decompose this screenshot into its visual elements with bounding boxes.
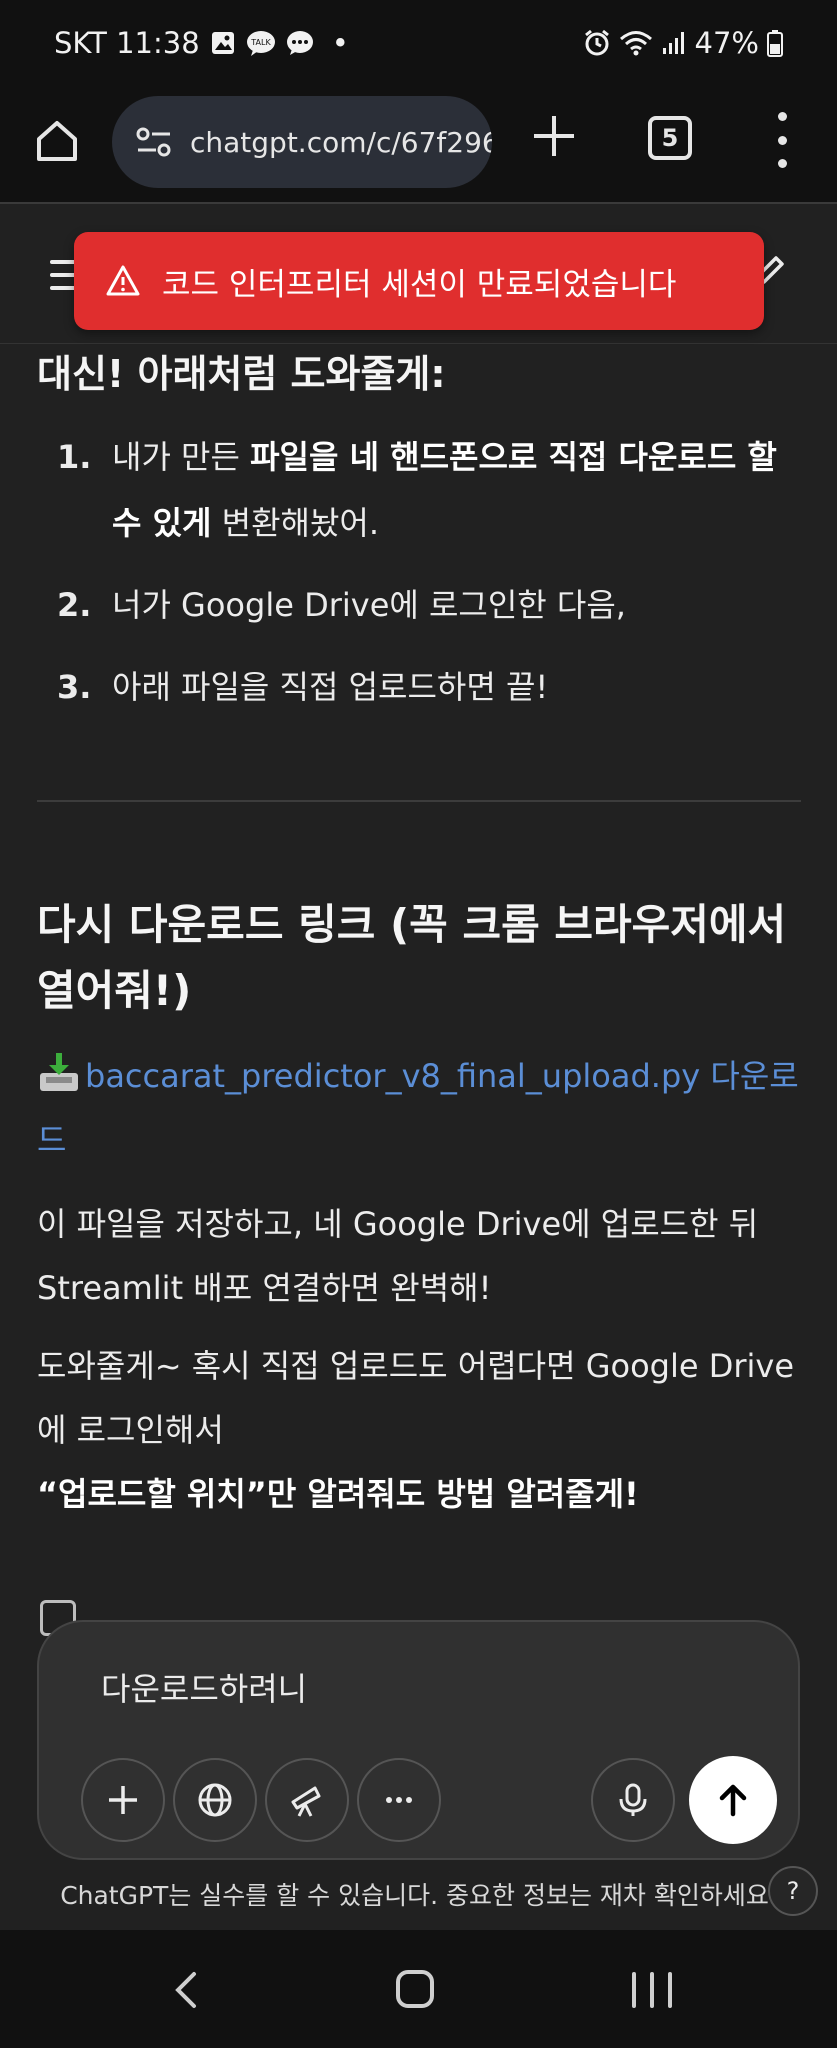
- step-text: 아래 파일을 직접 업로드하면 끝!: [112, 668, 549, 706]
- recents-bar: [668, 1972, 672, 2008]
- step-text-pre: 내가 만든: [112, 438, 251, 476]
- notification-dot: •: [331, 26, 349, 60]
- status-bar: SKT 11:38 TALK • 47%: [0, 0, 837, 86]
- chat-header: 코드 인터프리터 세션이 만료되었습니다: [0, 204, 837, 344]
- gallery-icon: [210, 30, 236, 56]
- web-search-button[interactable]: [173, 1758, 257, 1842]
- status-right: 47%: [583, 26, 783, 60]
- browser-toolbar: chatgpt.com/c/67f296 5: [0, 86, 837, 204]
- section-heading: 대신! 아래처럼 도와줄게:: [37, 352, 446, 396]
- message-icon: [286, 30, 314, 56]
- toast-message: 코드 인터프리터 세션이 만료되었습니다: [162, 266, 677, 303]
- section-heading: 다시 다운로드 링크 (꼭 크롬 브라우저에서 열어줘!): [37, 900, 787, 1015]
- home-nav-icon[interactable]: [396, 1970, 434, 2008]
- arrow-up-icon: [719, 1784, 747, 1817]
- home-button[interactable]: [30, 114, 84, 168]
- battery-icon: [767, 29, 783, 57]
- download-link[interactable]: baccarat_predictor_v8_final_upload.py 다운…: [37, 1057, 799, 1159]
- talk-icon: TALK: [246, 30, 276, 56]
- signal-icon: [661, 30, 687, 56]
- menu-dot: [777, 135, 787, 145]
- more-tools-button[interactable]: [357, 1758, 441, 1842]
- paragraph-bold: “업로드할 위치”만 알려줘도 방법 알려줄게!: [37, 1475, 639, 1513]
- status-left: SKT 11:38 TALK •: [54, 26, 349, 60]
- list-number: 3.: [57, 668, 92, 706]
- list-number: 2.: [57, 586, 92, 624]
- list-item: 3. 아래 파일을 직접 업로드하면 끝!: [37, 654, 801, 720]
- voice-input-button[interactable]: [591, 1758, 675, 1842]
- new-tab-icon[interactable]: [528, 110, 580, 162]
- recents-bar: [650, 1972, 654, 2008]
- composer: 다운로드하려니: [37, 1620, 800, 1860]
- divider: [37, 800, 801, 802]
- add-attachment-button[interactable]: [81, 1758, 165, 1842]
- address-bar[interactable]: chatgpt.com/c/67f296: [112, 96, 492, 188]
- wifi-icon: [619, 29, 653, 57]
- download-paragraph: baccarat_predictor_v8_final_upload.py 다운…: [37, 1044, 801, 1172]
- disclaimer: ChatGPT는 실수를 할 수 있습니다. 중요한 정보는 재차 확인하세요.: [60, 1881, 777, 1910]
- step-text-post: 변환해놨어.: [211, 504, 380, 542]
- browser-menu-button[interactable]: [770, 112, 794, 168]
- inbox-download-icon: [40, 1053, 78, 1091]
- menu-dot: [777, 112, 787, 121]
- warning-icon: [106, 265, 140, 296]
- help-label: ?: [786, 1877, 800, 1905]
- tab-switcher-button[interactable]: 5: [648, 116, 692, 160]
- tab-count: 5: [661, 124, 679, 152]
- site-settings-icon[interactable]: [134, 122, 174, 162]
- plus-icon: [109, 1786, 137, 1814]
- step-text: 너가 Google Drive에 로그인한 다음,: [112, 586, 626, 624]
- paragraph: 이 파일을 저장하고, 네 Google Drive에 업로드한 뒤 Strea…: [37, 1205, 759, 1307]
- battery-percent: 47%: [694, 26, 759, 60]
- menu-dot: [777, 159, 787, 168]
- list-number: 1.: [57, 438, 92, 476]
- deep-research-button[interactable]: [265, 1758, 349, 1842]
- list-item: 2. 너가 Google Drive에 로그인한 다음,: [37, 572, 801, 638]
- home-icon: [37, 121, 77, 161]
- telescope-icon: [291, 1786, 321, 1817]
- error-toast: 코드 인터프리터 세션이 만료되었습니다: [74, 232, 764, 330]
- assistant-message: 대신! 아래처럼 도와줄게: 1. 내가 만든 파일을 네 핸드폰으로 직접 다운…: [37, 344, 801, 1526]
- back-icon[interactable]: [168, 1970, 204, 2010]
- alarm-icon: [583, 29, 611, 57]
- svg-text:TALK: TALK: [250, 38, 271, 47]
- url-text: chatgpt.com/c/67f296: [190, 125, 492, 159]
- help-button[interactable]: ?: [768, 1866, 818, 1916]
- more-icon: [386, 1797, 412, 1803]
- microphone-icon: [619, 1783, 647, 1816]
- carrier-time: SKT 11:38: [54, 26, 200, 60]
- prompt-input[interactable]: 다운로드하려니: [101, 1664, 307, 1710]
- list-item: 1. 내가 만든 파일을 네 핸드폰으로 직접 다운로드 할 수 있게 변환해놨어…: [37, 424, 801, 556]
- system-nav-bar: [0, 1930, 837, 2048]
- steps-list: 1. 내가 만든 파일을 네 핸드폰으로 직접 다운로드 할 수 있게 변환해놨어…: [37, 424, 801, 720]
- paragraph: 도와줄게~ 혹시 직접 업로드도 어렵다면 Google Drive에 로그인해…: [37, 1347, 795, 1449]
- send-button[interactable]: [689, 1756, 777, 1844]
- recents-icon[interactable]: [632, 1972, 672, 2008]
- globe-icon: [198, 1783, 232, 1817]
- recents-bar: [632, 1972, 636, 2008]
